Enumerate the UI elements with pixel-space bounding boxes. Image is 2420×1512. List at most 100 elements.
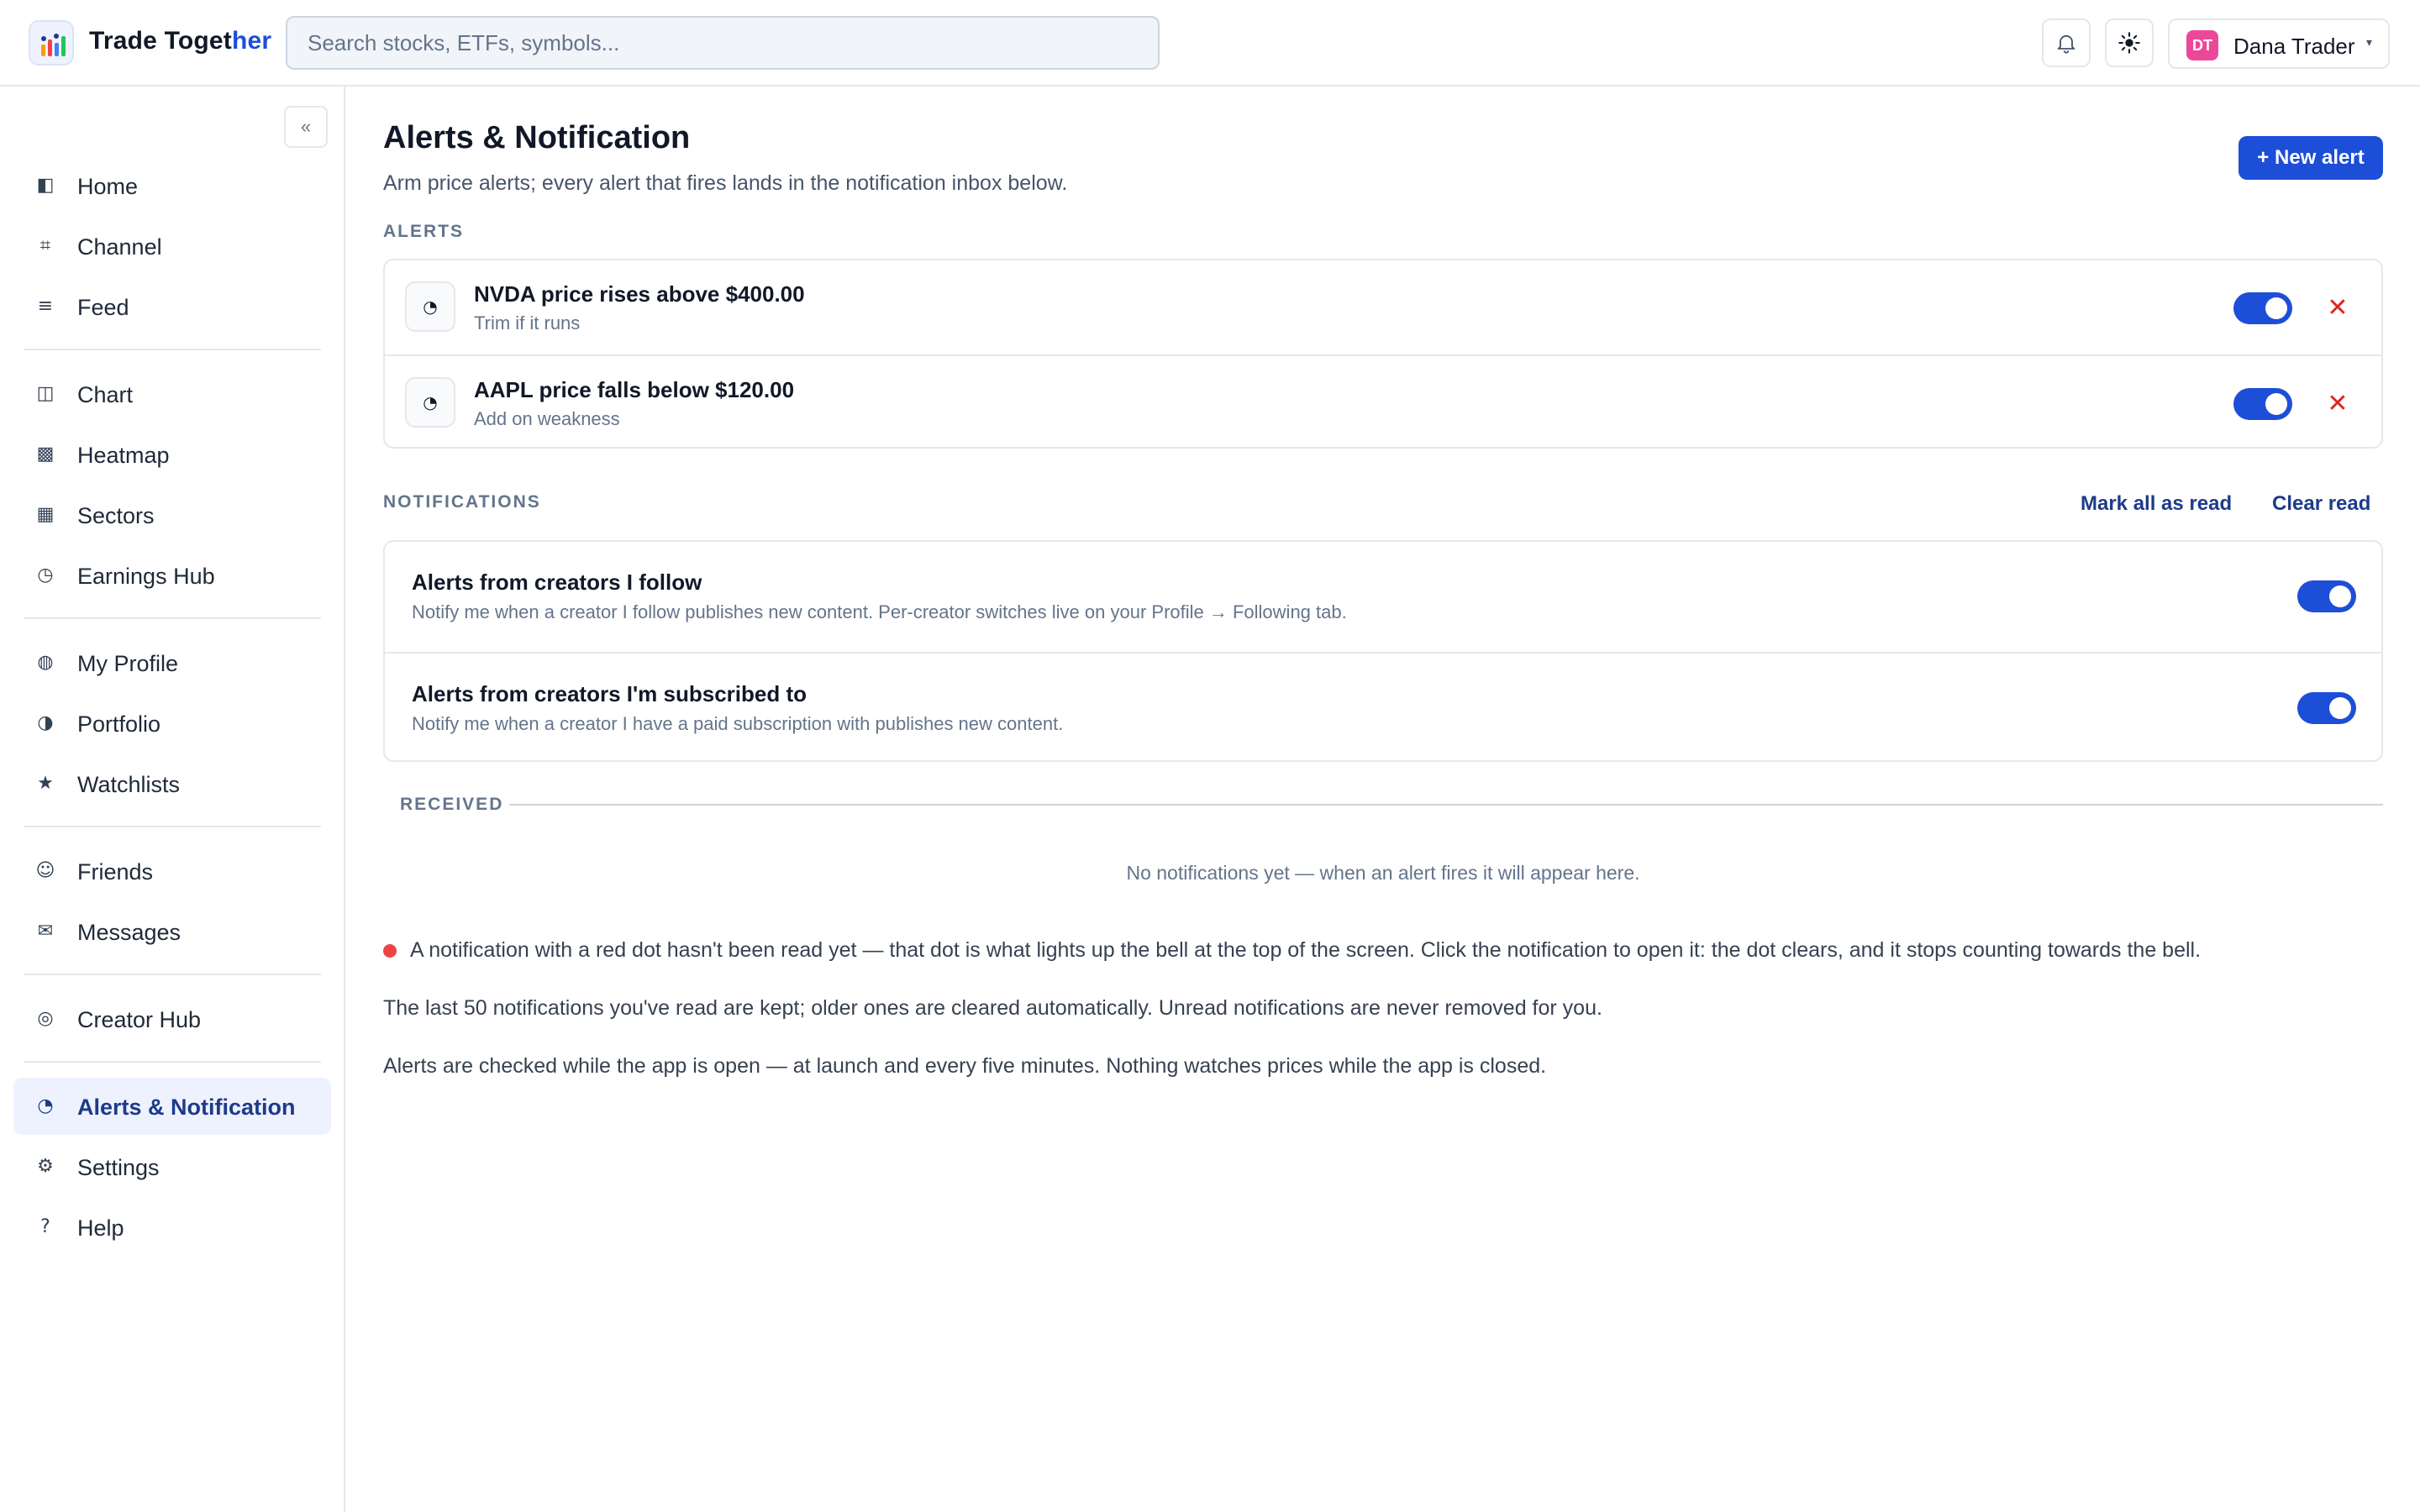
- notifications-section-label: NOTIFICATIONS: [383, 492, 541, 512]
- alert-icon: ◔: [405, 377, 455, 428]
- sidebar-item-messages[interactable]: ✉ Messages: [13, 903, 331, 960]
- sidebar-divider: [24, 974, 321, 975]
- sidebar-item-label: Help: [77, 1215, 124, 1241]
- sidebar-item-label: My Profile: [77, 651, 179, 676]
- brand-name[interactable]: Trade Together: [89, 27, 271, 55]
- sidebar-item-heatmap[interactable]: ▩ Heatmap: [13, 426, 331, 483]
- alert-icon: ◔: [37, 1095, 54, 1116]
- sidebar-item-label: Watchlists: [77, 772, 181, 797]
- sidebar-divider: [24, 349, 321, 350]
- page-subtitle: Arm price alerts; every alert that fires…: [383, 171, 1068, 195]
- theme-toggle-button[interactable]: [2105, 18, 2154, 67]
- user-menu-button[interactable]: DT Dana Trader ▾: [2168, 18, 2390, 69]
- setting-description: Notify me when a creator I have a paid s…: [412, 713, 1064, 734]
- friends-icon: ☺: [35, 860, 55, 881]
- sidebar-item-label: Feed: [77, 295, 129, 320]
- clear-read-button[interactable]: Clear read: [2272, 492, 2370, 516]
- setting-row: Alerts from creators I'm subscribed to N…: [385, 652, 2381, 762]
- heatmap-icon: ▩: [36, 444, 55, 465]
- sidebar-item-settings[interactable]: ⚙ Settings: [13, 1138, 331, 1195]
- follow-alerts-toggle[interactable]: [2297, 580, 2356, 612]
- top-bar: Trade Together DT Dana Trader ▾: [0, 0, 2420, 87]
- sidebar-item-my-profile[interactable]: ◍ My Profile: [13, 634, 331, 691]
- notifications-bell-button[interactable]: [2042, 18, 2091, 67]
- received-section-label: RECEIVED: [400, 795, 504, 814]
- double-chevron-left-icon: «: [300, 116, 312, 137]
- page-title: Alerts & Notification: [383, 120, 691, 155]
- sidebar-item-label: Earnings Hub: [77, 564, 215, 589]
- info-retention: The last 50 notifications you've read ar…: [383, 996, 1602, 1020]
- alert-title: NVDA price rises above $400.00: [474, 281, 805, 307]
- sidebar-item-label: Home: [77, 174, 139, 199]
- unread-dot-icon: [383, 944, 397, 958]
- alert-title: AAPL price falls below $120.00: [474, 377, 795, 402]
- star-icon: ★: [37, 773, 54, 794]
- sidebar-item-label: Portfolio: [77, 711, 161, 737]
- info-unread-dot: A notification with a red dot hasn't bee…: [410, 938, 2202, 962]
- help-icon: ?: [40, 1216, 50, 1237]
- sidebar-item-friends[interactable]: ☺ Friends: [13, 843, 331, 900]
- user-name: Dana Trader: [2233, 34, 2355, 59]
- channel-icon: ⌗: [39, 235, 51, 256]
- setting-description: Notify me when a creator I follow publis…: [412, 601, 1347, 622]
- sidebar-item-label: Heatmap: [77, 443, 170, 468]
- alert-row[interactable]: ◔ NVDA price rises above $400.00 Trim if…: [385, 260, 2381, 354]
- chevron-down-icon: ▾: [2366, 35, 2373, 49]
- sidebar-divider: [24, 617, 321, 619]
- envelope-icon: ✉: [37, 921, 54, 942]
- delete-alert-close-icon[interactable]: ✕: [2323, 292, 2353, 323]
- sidebar-item-label: Creator Hub: [77, 1007, 202, 1032]
- alerts-section-label: ALERTS: [383, 222, 464, 241]
- setting-title: Alerts from creators I follow: [412, 570, 702, 595]
- gear-icon: ⚙: [37, 1156, 54, 1177]
- brand-name-main: Trade Toget: [89, 27, 232, 55]
- sidebar-item-portfolio[interactable]: ◑ Portfolio: [13, 695, 331, 752]
- alert-note: Add on weakness: [474, 408, 620, 429]
- sidebar-item-label: Chart: [77, 382, 134, 407]
- sidebar-divider: [24, 826, 321, 827]
- clock-icon: ◷: [37, 564, 54, 585]
- feed-icon: ≡: [37, 296, 54, 317]
- subscribed-alerts-toggle[interactable]: [2297, 692, 2356, 724]
- sidebar-item-channel[interactable]: ⌗ Channel: [13, 218, 331, 275]
- sidebar-item-label: Sectors: [77, 503, 155, 528]
- sidebar-item-label: Alerts & Notification: [77, 1095, 296, 1120]
- sidebar-item-home[interactable]: ◧ Home: [13, 157, 331, 214]
- collapse-sidebar-button[interactable]: «: [284, 106, 328, 148]
- sidebar-item-label: Messages: [77, 920, 182, 945]
- sidebar-item-chart[interactable]: ◫ Chart: [13, 365, 331, 423]
- sidebar-item-earnings-hub[interactable]: ◷ Earnings Hub: [13, 547, 331, 604]
- sidebar-item-feed[interactable]: ≡ Feed: [13, 278, 331, 335]
- sidebar-item-label: Channel: [77, 234, 162, 260]
- target-icon: ◎: [37, 1008, 54, 1029]
- sidebar-item-help[interactable]: ? Help: [13, 1199, 331, 1256]
- profile-icon: ◍: [37, 652, 54, 673]
- alert-row[interactable]: ◔ AAPL price falls below $120.00 Add on …: [385, 354, 2381, 449]
- logo-icon[interactable]: [29, 20, 74, 66]
- alert-enabled-toggle[interactable]: [2233, 292, 2292, 324]
- alert-enabled-toggle[interactable]: [2233, 388, 2292, 420]
- empty-state-message: No notifications yet — when an alert fir…: [1126, 862, 1640, 884]
- sidebar-divider: [24, 1061, 321, 1063]
- portfolio-icon: ◑: [37, 712, 54, 733]
- sun-icon: [2118, 32, 2140, 54]
- bell-icon: [2057, 34, 2075, 54]
- sidebar-item-sectors[interactable]: ▦ Sectors: [13, 486, 331, 543]
- sidebar-item-watchlists[interactable]: ★ Watchlists: [13, 755, 331, 812]
- home-icon: ◧: [36, 175, 55, 196]
- brand-name-accent: her: [232, 27, 272, 55]
- delete-alert-close-icon[interactable]: ✕: [2323, 388, 2353, 418]
- alert-note: Trim if it runs: [474, 312, 581, 333]
- mark-all-read-button[interactable]: Mark all as read: [2081, 492, 2232, 516]
- sidebar-item-label: Settings: [77, 1155, 160, 1180]
- setting-title: Alerts from creators I'm subscribed to: [412, 681, 807, 706]
- alert-icon: ◔: [405, 281, 455, 332]
- divider: [509, 804, 2383, 806]
- new-alert-button[interactable]: + New alert: [2238, 136, 2383, 180]
- search-input[interactable]: [286, 16, 1160, 70]
- setting-row: Alerts from creators I follow Notify me …: [385, 542, 2381, 652]
- sidebar-item-creator-hub[interactable]: ◎ Creator Hub: [13, 990, 331, 1047]
- grid-icon: ▦: [36, 504, 55, 525]
- sidebar-item-alerts-notification[interactable]: ◔ Alerts & Notification: [13, 1078, 331, 1135]
- notification-settings: Alerts from creators I follow Notify me …: [383, 540, 2383, 762]
